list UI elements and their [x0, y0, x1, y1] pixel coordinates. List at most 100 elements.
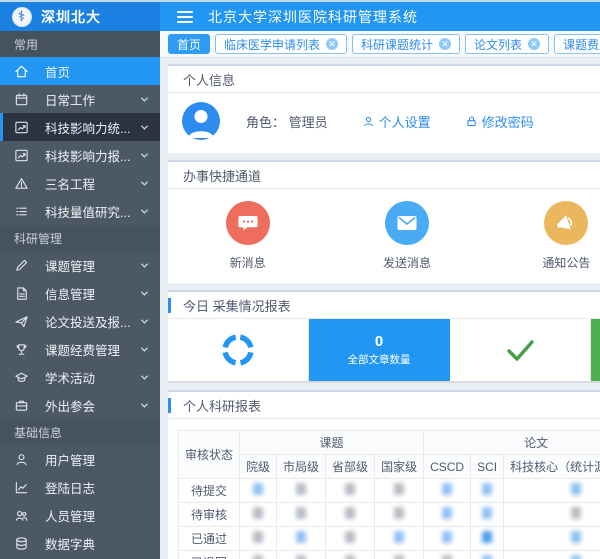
blurred-count-cell[interactable] — [277, 503, 326, 527]
blurred-count-cell[interactable] — [424, 551, 471, 559]
col-header-status: 审核状态 — [179, 431, 240, 479]
calendar-icon — [14, 92, 29, 107]
chevron-down-icon — [139, 260, 150, 271]
briefcase-icon — [14, 398, 29, 413]
blurred-count-cell[interactable] — [326, 479, 375, 503]
sidebar-item-1-5[interactable]: 外出参会 — [0, 391, 160, 419]
trophy-icon — [14, 342, 29, 357]
tab-close-icon[interactable]: ✕ — [528, 38, 540, 50]
blurred-count-cell[interactable] — [471, 527, 504, 551]
blurred-count-cell[interactable] — [277, 527, 326, 551]
sidebar-item-label: 科技影响力报... — [45, 146, 130, 165]
avatar[interactable] — [182, 102, 220, 140]
sidebar-item-2-1[interactable]: 登陆日志 — [0, 473, 160, 501]
sidebar-item-0-3[interactable]: 科技影响力报... — [0, 141, 160, 169]
quick-channel-item-0[interactable]: 新消息 — [168, 201, 327, 271]
blurred-count-cell[interactable] — [375, 551, 424, 559]
sidebar-item-2-0[interactable]: 用户管理 — [0, 445, 160, 473]
blurred-count-cell[interactable] — [424, 527, 471, 551]
table-row: 待提交 — [179, 479, 600, 503]
tab-close-icon[interactable]: ✕ — [326, 38, 338, 50]
sidebar-item-1-1[interactable]: 信息管理 — [0, 279, 160, 307]
blurred-count-cell[interactable] — [240, 503, 277, 527]
sidebar-item-label: 日常工作 — [45, 90, 95, 109]
blurred-count-cell[interactable] — [277, 551, 326, 559]
today-report-card: 今日 采集情况报表 0 全部文章数量 — [168, 290, 600, 383]
blurred-count-cell[interactable] — [326, 551, 375, 559]
blurred-count-cell[interactable] — [277, 479, 326, 503]
blurred-count-cell[interactable] — [471, 551, 504, 559]
article-count-stat-box[interactable]: 0 全部文章数量 — [309, 319, 450, 381]
blurred-count-cell[interactable] — [240, 527, 277, 551]
blurred-count-cell[interactable] — [326, 527, 375, 551]
sidebar-item-2-2[interactable]: 人员管理 — [0, 501, 160, 529]
chevron-down-icon — [139, 150, 150, 161]
tab-label: 临床医学申请列表 — [224, 36, 320, 53]
research-report-card: 个人科研报表 审核状态课题论文院级市局级省部级国家级CSCDSCI科技核心（统计… — [168, 390, 600, 559]
personal-info-header: 个人信息 — [168, 66, 600, 93]
tab-1[interactable]: 临床医学申请列表 ✕ — [215, 34, 347, 54]
change-password-link[interactable]: 修改密码 — [465, 112, 534, 131]
blurred-count-cell[interactable] — [424, 503, 471, 527]
chevron-down-icon — [139, 122, 150, 133]
sidebar-item-label: 论文投送及报... — [45, 312, 130, 331]
sidebar-item-label: 三名工程 — [45, 174, 95, 193]
tab-close-icon[interactable]: ✕ — [439, 38, 451, 50]
blurred-count-cell[interactable] — [504, 527, 600, 551]
chartline-icon — [14, 480, 29, 495]
blurred-count-cell[interactable] — [326, 503, 375, 527]
quick-channel-item-2[interactable]: 通知公告 — [487, 201, 600, 271]
col-subheader: 科技核心（统计源）期刊 — [504, 455, 600, 479]
stat-row: 0 全部文章数量 — [168, 319, 600, 383]
blurred-count-cell[interactable] — [424, 479, 471, 503]
quick-channel-item-1[interactable]: 发送消息 — [327, 201, 486, 271]
blurred-count-cell[interactable] — [504, 479, 600, 503]
sidebar-item-1-2[interactable]: 论文投送及报... — [0, 307, 160, 335]
sidebar-item-0-2[interactable]: 科技影响力统... — [0, 113, 160, 141]
chart-icon — [14, 120, 29, 135]
sidebar-item-1-0[interactable]: 课题管理 — [0, 251, 160, 279]
sidebar-item-1-4[interactable]: 学术活动 — [0, 363, 160, 391]
sidebar-item-0-4[interactable]: 三名工程 — [0, 169, 160, 197]
col-subheader: CSCD — [424, 455, 471, 479]
blurred-count-cell[interactable] — [471, 503, 504, 527]
col-subheader: 院级 — [240, 455, 277, 479]
tab-4[interactable]: 课题费用报表✕ — [554, 34, 600, 54]
hospital-logo-icon: ⚕ — [12, 7, 32, 27]
today-report-header: 今日 采集情况报表 — [168, 292, 600, 319]
sidebar-item-2-3[interactable]: 数据字典 — [0, 529, 160, 557]
app-title: 北京大学深圳医院科研管理系统 — [208, 7, 418, 27]
table-row: 已通过 — [179, 527, 600, 551]
tab-label: 首页 — [177, 36, 201, 53]
sidebar-item-0-5[interactable]: 科技量值研究... — [0, 197, 160, 225]
blurred-count-cell[interactable] — [375, 527, 424, 551]
tab-label: 科研课题统计 — [361, 36, 433, 53]
sidebar-section-label: 常用 — [0, 31, 160, 57]
clipped-green-stat-box — [591, 319, 600, 381]
tab-0[interactable]: 首页 — [168, 34, 210, 54]
blurred-count-cell[interactable] — [375, 479, 424, 503]
alert-icon — [14, 176, 29, 191]
list-icon — [14, 204, 29, 219]
table-row: 已退回 — [179, 551, 600, 559]
sidebar-item-0-1[interactable]: 日常工作 — [0, 85, 160, 113]
tab-3[interactable]: 论文列表✕ — [465, 34, 549, 54]
tab-2[interactable]: 科研课题统计 ✕ — [352, 34, 460, 54]
col-group-header: 论文 — [424, 431, 600, 455]
blurred-count-cell[interactable] — [471, 479, 504, 503]
blurred-count-cell[interactable] — [504, 503, 600, 527]
chevron-down-icon — [139, 400, 150, 411]
sidebar-item-0-0[interactable]: 首页 — [0, 57, 160, 85]
blurred-count-cell[interactable] — [240, 551, 277, 559]
blurred-count-cell[interactable] — [375, 503, 424, 527]
tab-bar: 首页临床医学申请列表✕科研课题统计✕论文列表✕课题费用报表✕用户列表✕ — [160, 31, 600, 58]
sidebar-item-1-3[interactable]: 课题经费管理 — [0, 335, 160, 363]
role-text: 角色： 管理员 — [246, 112, 328, 131]
personal-settings-link[interactable]: 个人设置 — [362, 112, 431, 131]
col-group-header: 课题 — [240, 431, 424, 455]
blurred-count-cell[interactable] — [504, 551, 600, 559]
stat-value: 0 — [375, 333, 383, 350]
blurred-count-cell[interactable] — [240, 479, 277, 503]
megaphone-icon — [555, 212, 577, 234]
menu-toggle-icon[interactable] — [177, 8, 193, 26]
